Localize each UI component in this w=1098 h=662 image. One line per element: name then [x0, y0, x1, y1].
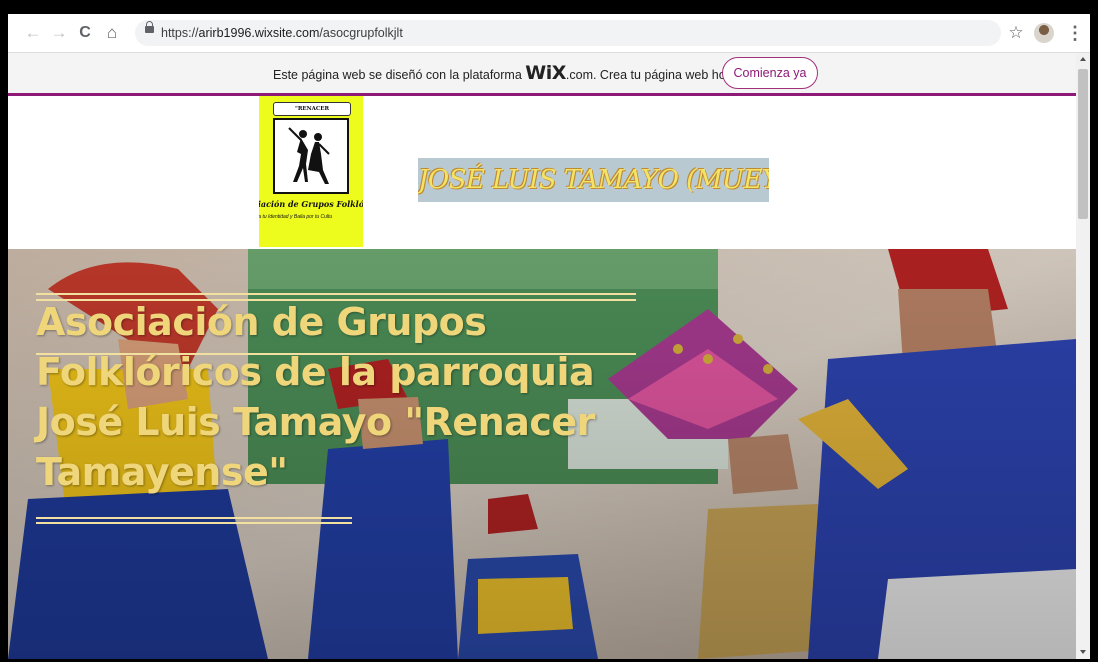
browser-window: ← → C ⌂ https://arirb1996.wixsite.com/as…	[8, 14, 1090, 659]
browser-menu-icon[interactable]: ⋮	[1066, 21, 1084, 45]
logo-caption: ciación de Grupos Folklór	[259, 199, 363, 209]
home-icon[interactable]: ⌂	[101, 22, 123, 44]
forward-arrow-icon[interactable]: →	[48, 22, 70, 44]
logo-tagline: nza tu Identidad y Baila por tu Cultu	[259, 214, 333, 220]
hero-top-rule	[36, 293, 636, 295]
wix-logo: WiX	[525, 62, 566, 84]
wix-ad-banner: Este página web se diseñó con la platafo…	[8, 53, 1076, 96]
wix-banner-text: Este página web se diseñó con la platafo…	[273, 62, 735, 84]
site-title: JOSÉ LUIS TAMAYO (MUEY)	[418, 158, 769, 202]
url-text[interactable]: https://arirb1996.wixsite.com/asocgrupfo…	[161, 20, 403, 46]
lock-icon	[145, 21, 154, 33]
hero-bottom-rule	[36, 517, 352, 519]
dancers-silhouette-icon	[273, 118, 349, 194]
profile-avatar[interactable]	[1034, 23, 1054, 43]
back-arrow-icon[interactable]: ←	[22, 22, 44, 44]
comienza-ya-button[interactable]: Comienza ya	[722, 57, 818, 89]
page-scrollbar[interactable]	[1076, 53, 1090, 659]
reload-icon[interactable]: C	[74, 22, 96, 44]
bookmark-star-icon[interactable]: ☆	[1005, 22, 1027, 44]
scroll-up-arrow-icon[interactable]	[1080, 57, 1086, 61]
browser-toolbar: ← → C ⌂ https://arirb1996.wixsite.com/as…	[8, 14, 1090, 53]
association-logo[interactable]: "RENACER TAMAYENSE" ciación de Grupos Fo…	[259, 96, 363, 247]
scroll-down-arrow-icon[interactable]	[1080, 650, 1086, 654]
site-header: "RENACER TAMAYENSE" ciación de Grupos Fo…	[8, 96, 1076, 249]
hero-title: Asociación de Grupos Folklóricos de la p…	[36, 300, 595, 494]
address-bar[interactable]: https://arirb1996.wixsite.com/asocgrupfo…	[135, 20, 1001, 46]
scrollbar-thumb[interactable]	[1078, 69, 1088, 219]
hero-bottom-rule-2	[36, 522, 352, 524]
logo-banner: "RENACER TAMAYENSE"	[273, 102, 351, 124]
hero-section: Asociación de Grupos Folklóricos de la p…	[8, 249, 1076, 659]
